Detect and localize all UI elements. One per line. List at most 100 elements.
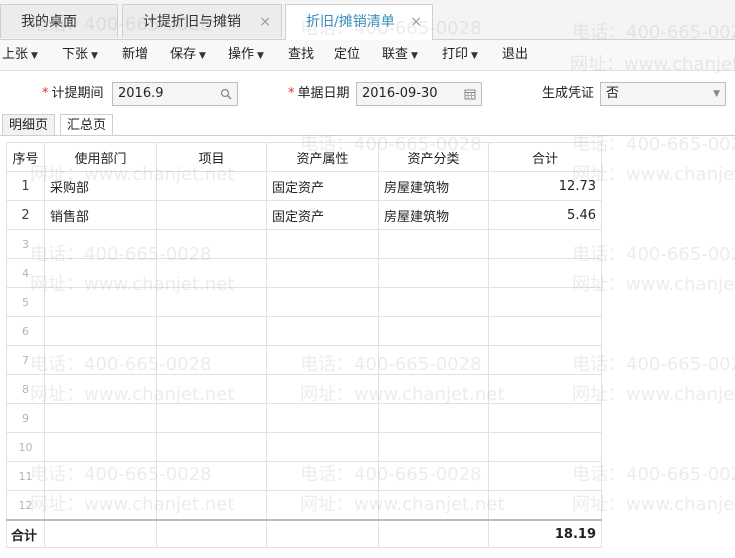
cell-category[interactable] [378,229,489,259]
print-label: 打印 [442,47,469,62]
cell-attr[interactable] [266,461,379,491]
period-field[interactable]: 2016.9 [112,82,238,106]
cell-category[interactable]: 房屋建筑物 [378,200,489,230]
cell-item[interactable] [156,200,267,230]
find-button[interactable]: 查找 [288,40,314,70]
table-row[interactable]: 4 [6,258,602,288]
print-button[interactable]: 打印 ▼ [442,40,478,70]
prev-button[interactable]: 上张 ▼ [2,40,38,70]
cell-item[interactable] [156,345,267,375]
cell-category[interactable] [378,432,489,462]
cell-item[interactable] [156,374,267,404]
cell-category[interactable] [378,403,489,433]
voucher-value: 否 [606,86,620,101]
close-icon[interactable]: × [410,5,422,39]
cell-total[interactable] [488,374,602,404]
cell-category[interactable] [378,287,489,317]
cell-category[interactable] [378,345,489,375]
subtab-summary[interactable]: 汇总页 [60,114,114,136]
cell-item[interactable] [156,316,267,346]
table-row[interactable]: 8 [6,374,602,404]
locate-button[interactable]: 定位 [334,40,360,70]
table-row[interactable]: 2 销售部 固定资产 房屋建筑物 5.46 [6,200,602,230]
exit-button[interactable]: 退出 [502,40,528,70]
cell-attr[interactable] [266,403,379,433]
calendar-icon[interactable] [464,83,476,107]
cell-attr[interactable] [266,316,379,346]
cell-attr[interactable] [266,432,379,462]
cell-dept[interactable] [44,258,157,288]
cell-item[interactable] [156,403,267,433]
cell-attr[interactable] [266,287,379,317]
cell-attr[interactable]: 固定资产 [266,200,379,230]
cell-total[interactable]: 12.73 [488,171,602,201]
table-row[interactable]: 12 [6,490,602,521]
cell-category[interactable] [378,316,489,346]
cell-category[interactable] [378,490,489,521]
cell-dept[interactable] [44,403,157,433]
table-row[interactable]: 9 [6,403,602,433]
cell-item[interactable] [156,258,267,288]
table-row[interactable]: 3 [6,229,602,259]
cell-item[interactable] [156,171,267,201]
save-button[interactable]: 保存 ▼ [170,40,206,70]
cell-total[interactable] [488,432,602,462]
cell-dept[interactable]: 采购部 [44,171,157,201]
tab-depreciation-list[interactable]: 折旧/摊销清单 × [285,4,433,40]
cell-total[interactable] [488,316,602,346]
cell-category[interactable]: 房屋建筑物 [378,171,489,201]
cell-item[interactable] [156,432,267,462]
cell-dept[interactable] [44,432,157,462]
cell-category[interactable] [378,258,489,288]
table-row[interactable]: 11 [6,461,602,491]
table-row[interactable]: 7 [6,345,602,375]
cell-attr[interactable]: 固定资产 [266,171,379,201]
next-button[interactable]: 下张 ▼ [62,40,98,70]
cell-dept[interactable] [44,461,157,491]
chevron-down-icon[interactable]: ▼ [713,83,720,105]
cell-attr[interactable] [266,490,379,521]
add-button[interactable]: 新增 [122,40,148,70]
col-header-dept: 使用部门 [44,142,157,172]
cell-dept[interactable] [44,229,157,259]
table-row[interactable]: 1 采购部 固定资产 房屋建筑物 12.73 [6,171,602,201]
table-row[interactable]: 6 [6,316,602,346]
cell-item[interactable] [156,287,267,317]
cell-attr[interactable] [266,345,379,375]
cell-total[interactable] [488,403,602,433]
cell-total[interactable] [488,345,602,375]
cell-total[interactable] [488,287,602,317]
caret-down-icon: ▼ [257,51,264,61]
table-row[interactable]: 5 [6,287,602,317]
cell-dept[interactable]: 销售部 [44,200,157,230]
linked-query-button[interactable]: 联查 ▼ [382,40,418,70]
cell-item[interactable] [156,229,267,259]
cell-attr[interactable] [266,374,379,404]
table-row[interactable]: 10 [6,432,602,462]
operate-button[interactable]: 操作 ▼ [228,40,264,70]
cell-total[interactable] [488,258,602,288]
voucher-select[interactable]: 否 ▼ [600,82,726,106]
cell-dept[interactable] [44,316,157,346]
cell-total[interactable] [488,461,602,491]
cell-dept[interactable] [44,374,157,404]
cell-dept[interactable] [44,287,157,317]
tab-depreciation-amortization[interactable]: 计提折旧与摊销 × [122,4,282,38]
subtab-detail[interactable]: 明细页 [2,114,56,136]
cell-item[interactable] [156,490,267,521]
date-field[interactable]: 2016-09-30 [356,82,482,106]
cell-total[interactable] [488,229,602,259]
cell-attr[interactable] [266,258,379,288]
cell-category[interactable] [378,461,489,491]
tab-my-desktop[interactable]: 我的桌面 [0,4,118,38]
search-icon[interactable] [220,83,232,107]
cell-category[interactable] [378,374,489,404]
cell-item[interactable] [156,461,267,491]
cell-total[interactable]: 5.46 [488,200,602,230]
cell-attr[interactable] [266,229,379,259]
close-icon[interactable]: × [259,5,271,39]
caret-down-icon: ▼ [31,51,38,61]
cell-dept[interactable] [44,345,157,375]
cell-total[interactable] [488,490,602,521]
cell-dept[interactable] [44,490,157,521]
